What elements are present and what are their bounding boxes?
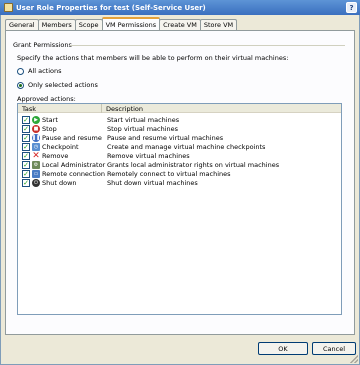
row-checkbox[interactable]: ✓ [22,152,30,160]
table-row[interactable]: ✓ ❚❚ Pause and resume Pause and resume v… [18,134,341,142]
row-checkbox[interactable]: ✓ [22,134,30,142]
row-checkbox[interactable]: ✓ [22,143,30,151]
shutdown-icon: ⏻ [32,179,40,187]
pause-icon: ❚❚ [31,134,41,142]
tab-vm-permissions[interactable]: VM Permissions [101,17,161,30]
table-row[interactable]: ✓ ⚙ Local Administrator Grants local adm… [18,161,341,169]
task-description: Remotely connect to virtual machines [107,170,231,178]
task-description: Grants local administrator rights on vir… [107,161,280,169]
row-checkbox[interactable]: ✓ [22,125,30,133]
start-icon: ▶ [32,116,40,124]
tab-general[interactable]: General [5,19,39,30]
group-divider [70,45,345,46]
stop-icon: ■ [32,125,40,133]
task-description: Pause and resume virtual machines [107,134,224,142]
task-label: Remove [42,152,69,160]
table-row[interactable]: ✓ ⏻ Shut down Shut down virtual machines [18,179,341,187]
task-description: Shut down virtual machines [107,179,198,187]
help-button[interactable]: ? [346,2,357,13]
task-label: Pause and resume [42,134,102,142]
remote-connection-icon: ▭ [32,170,40,178]
task-label: Local Administrator [42,161,106,169]
column-header-task[interactable]: Task [18,104,102,113]
row-checkbox[interactable]: ✓ [22,116,30,124]
column-header-description[interactable]: Description [102,104,341,113]
checkpoint-icon: ◷ [32,143,40,151]
cancel-button[interactable]: Cancel [312,342,356,355]
task-label: Stop [42,125,57,133]
table-row[interactable]: ✓ ✕ Remove Remove virtual machines [18,151,341,161]
ok-button[interactable]: OK [258,342,308,355]
tab-create-vm[interactable]: Create VM [159,19,201,30]
window-icon [4,3,13,12]
title-bar: User Role Properties for test (Self-Serv… [0,0,360,15]
window-title: User Role Properties for test (Self-Serv… [16,3,206,12]
tab-store-vm[interactable]: Store VM [199,19,238,30]
radio-label: Only selected actions [28,81,98,89]
table-row[interactable]: ✓ ◷ Checkpoint Create and manage virtual… [18,143,341,151]
task-description: Stop virtual machines [107,125,179,133]
tab-strip: General Members Scope VM Permissions Cre… [5,17,238,30]
radio-all-actions[interactable]: All actions [17,67,62,75]
table-row[interactable]: ✓ ■ Stop Stop virtual machines [18,125,341,133]
tab-scope[interactable]: Scope [74,19,103,30]
remove-icon: ✕ [32,151,40,161]
row-checkbox[interactable]: ✓ [22,179,30,187]
task-label: Start [42,116,58,124]
task-description: Remove virtual machines [107,152,190,160]
row-checkbox[interactable]: ✓ [22,161,30,169]
task-label: Shut down [42,179,77,187]
approved-actions-label: Approved actions: [17,95,76,103]
task-description: Create and manage virtual machine checkp… [107,143,266,151]
row-checkbox[interactable]: ✓ [22,170,30,178]
table-row[interactable]: ✓ ▭ Remote connection Remotely connect t… [18,170,341,178]
table-row[interactable]: ✓ ▶ Start Start virtual machines [18,116,341,124]
grant-description: Specify the actions that members will be… [17,54,289,62]
radio-button[interactable] [17,67,24,75]
radio-label: All actions [28,67,62,75]
task-description: Start virtual machines [107,116,180,124]
task-label: Checkpoint [42,143,79,151]
tab-members[interactable]: Members [37,19,76,30]
radio-selected-dot [19,83,22,87]
radio-button[interactable] [17,81,24,89]
resize-grip-icon[interactable] [350,355,358,363]
task-label: Remote connection [42,170,105,178]
actions-table: Task Description ✓ ▶ Start Start virtual… [17,103,342,315]
local-admin-icon: ⚙ [32,161,40,169]
table-header: Task Description [18,104,341,113]
radio-only-selected[interactable]: Only selected actions [17,81,98,89]
group-title: Grant Permissions [13,41,72,49]
